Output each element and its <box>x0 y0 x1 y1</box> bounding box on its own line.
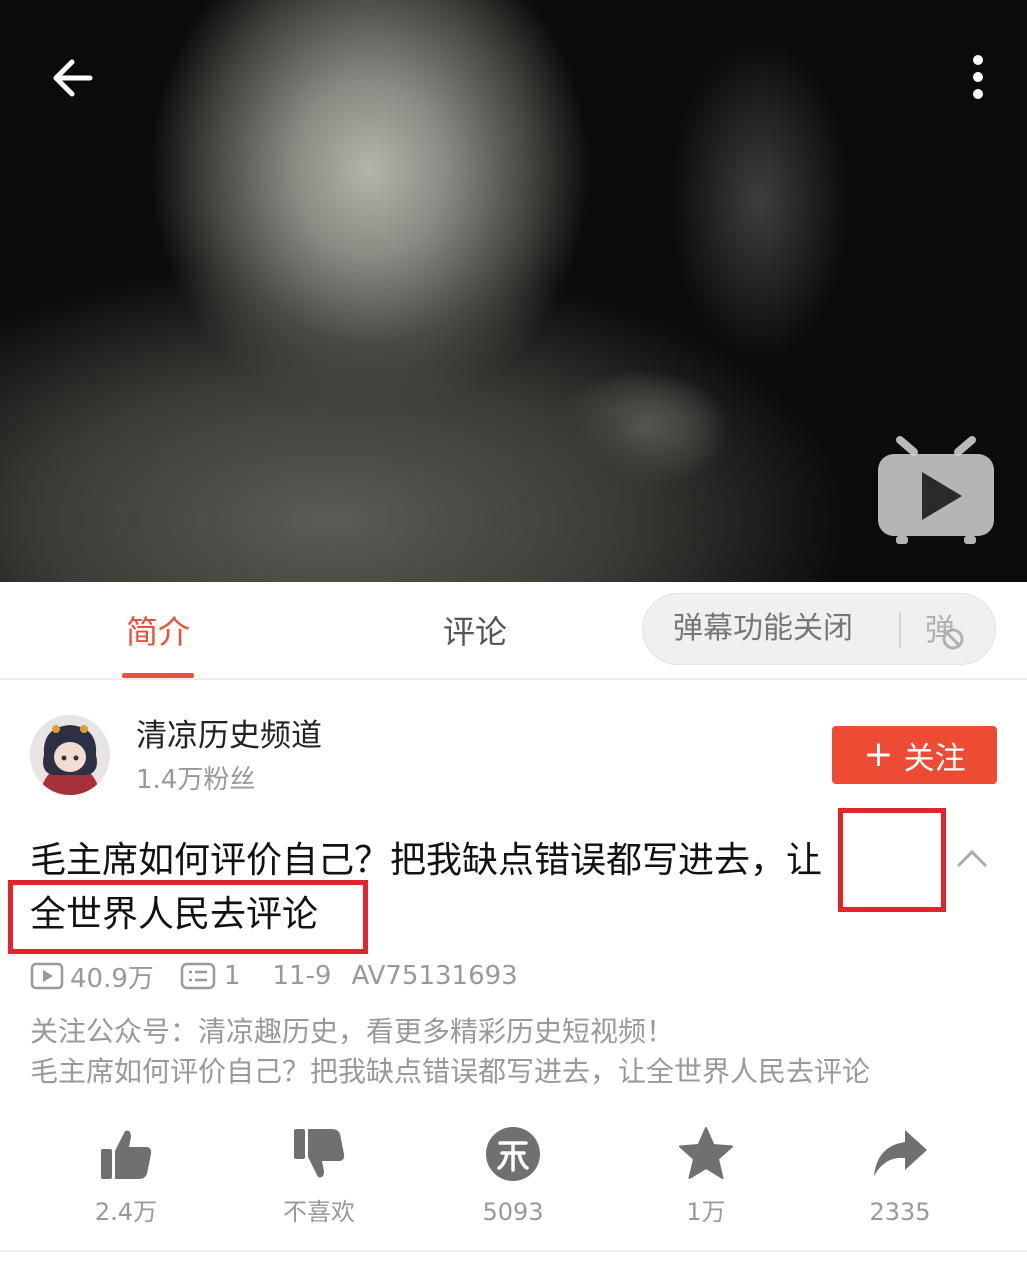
star-icon <box>679 1127 733 1179</box>
dislike-button[interactable]: 不喜欢 <box>259 1122 379 1228</box>
share-button[interactable]: 2335 <box>840 1122 960 1228</box>
tab-comments-label: 评论 <box>442 613 507 651</box>
danmaku-count: 1 <box>223 961 241 991</box>
divider <box>0 1250 1027 1252</box>
arrow-left-icon <box>53 59 93 97</box>
like-count: 2.4万 <box>94 1198 158 1226</box>
tv-play-icon[interactable] <box>870 436 1002 548</box>
coin-count: 5093 <box>482 1198 544 1226</box>
more-vertical-icon <box>973 55 983 99</box>
title-text-1: 毛主席如何评价自己？把我缺点错误都写进去， <box>30 840 787 881</box>
danmaku-off-icon[interactable]: 弹 <box>923 608 967 652</box>
description-line2: 毛主席如何评价自己？把我缺点错误都写进去，让全世界人民去评论 <box>30 1055 871 1088</box>
uploader-name[interactable]: 清凉历史频道 <box>136 714 322 758</box>
title-highlight-char: 让 <box>786 840 823 881</box>
coin-icon <box>486 1127 540 1181</box>
tab-comments[interactable]: 评论 <box>420 582 530 678</box>
plus-icon: + <box>863 734 894 775</box>
video-description: 关注公众号：清凉趣历史，看更多精彩历史短视频！ 毛主席如何评价自己？把我缺点错误… <box>30 1012 990 1092</box>
view-count: 40.9万 <box>70 963 154 994</box>
danmaku-toggle[interactable]: 弹幕功能关闭 弹 <box>642 593 996 665</box>
publish-date: 11-9 <box>272 961 332 991</box>
like-button[interactable]: 2.4万 <box>66 1122 186 1228</box>
tab-intro-label: 简介 <box>125 613 190 651</box>
av-id: AV75131693 <box>351 961 518 991</box>
avatar-image <box>30 715 110 795</box>
share-icon <box>874 1130 927 1176</box>
uploader-avatar[interactable] <box>30 715 110 795</box>
follow-label: 关注 <box>903 740 966 777</box>
highlight-box-line2 <box>8 880 368 954</box>
video-stats: 40.9万 1 11-9 AV75131693 <box>30 956 538 996</box>
follow-button[interactable]: + 关注 <box>832 726 997 784</box>
description-line1: 关注公众号：清凉趣历史，看更多精彩历史短视频！ <box>30 1015 675 1048</box>
video-player[interactable] <box>0 0 1027 582</box>
tab-active-indicator <box>122 673 194 678</box>
uploader-fans: 1.4万粉丝 <box>136 765 256 795</box>
share-count: 2335 <box>869 1198 931 1226</box>
tab-bar: 简介 评论 弹幕功能关闭 弹 <box>0 582 1027 680</box>
more-options-button[interactable] <box>950 45 1006 109</box>
danmaku-count-icon <box>180 962 216 990</box>
thumbs-up-icon <box>101 1130 152 1179</box>
chevron-up-icon[interactable] <box>952 840 992 876</box>
coin-button[interactable]: 5093 <box>453 1122 573 1228</box>
tab-intro[interactable]: 简介 <box>108 582 208 678</box>
danmaku-status-label: 弹幕功能关闭 <box>673 611 853 646</box>
back-button[interactable] <box>40 48 104 108</box>
divider <box>899 612 901 648</box>
favorite-count: 1万 <box>686 1198 726 1226</box>
dislike-label: 不喜欢 <box>283 1198 355 1226</box>
favorite-button[interactable]: 1万 <box>646 1122 766 1228</box>
thumbs-down-icon <box>294 1129 345 1178</box>
highlight-box-char <box>838 808 946 912</box>
play-count-icon <box>30 962 64 990</box>
